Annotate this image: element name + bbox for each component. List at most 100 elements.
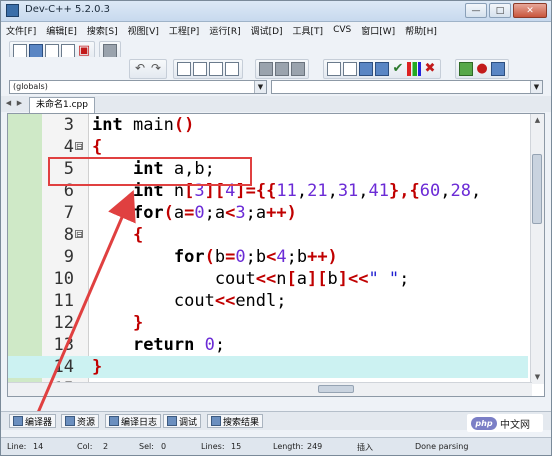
line-number: 9 [63, 247, 74, 267]
code-token: , [358, 181, 369, 201]
maximize-button[interactable]: □ [489, 3, 511, 18]
navigation-toolbar-group [255, 59, 309, 79]
debug-icon[interactable] [459, 62, 473, 76]
replace-icon[interactable] [193, 62, 207, 76]
code-line[interactable]: 4 ⊟ { [8, 136, 528, 158]
goto-line-icon[interactable] [225, 62, 239, 76]
tab-scroll-right-icon[interactable]: ▶ [15, 99, 24, 108]
vertical-scroll-thumb[interactable] [532, 154, 542, 224]
tab-compile-log-label: 编译日志 [121, 417, 158, 428]
debug-tab-icon [167, 416, 177, 426]
fold-toggle-icon[interactable]: ⊟ [75, 142, 83, 151]
fold-toggle-icon[interactable]: ⊟ [75, 230, 83, 239]
code-text: } [92, 312, 143, 334]
tab-scroll-left-icon[interactable]: ◀ [4, 99, 13, 108]
php-watermark: php 中文网 [467, 414, 543, 432]
project-icon[interactable] [327, 62, 341, 76]
indent-icon[interactable] [259, 62, 273, 76]
class-browser-icon[interactable] [343, 62, 357, 76]
print-icon[interactable] [103, 44, 117, 58]
tab-compiler[interactable]: 编译器 [9, 414, 57, 428]
syntax-check-icon[interactable]: ✔ [391, 62, 405, 76]
horizontal-scrollbar[interactable] [8, 382, 532, 396]
scroll-up-icon[interactable]: ▲ [531, 114, 544, 127]
code-token: 41 [368, 181, 390, 201]
code-line[interactable]: 8 ⊟ { [8, 224, 528, 246]
menu-run[interactable]: 运行[R] [204, 24, 245, 37]
code-line[interactable]: 13 return 0; [8, 334, 528, 356]
compile-icon[interactable] [359, 62, 373, 76]
code-token: << [255, 269, 277, 289]
code-line[interactable]: 9 for(b=0;b<4;b++) [8, 246, 528, 268]
menu-cvs[interactable]: CVS [328, 25, 356, 35]
menu-file[interactable]: 文件[F] [1, 24, 41, 37]
menu-edit[interactable]: 编辑[E] [41, 24, 82, 37]
save-icon[interactable] [45, 44, 59, 58]
run-icon[interactable] [375, 62, 389, 76]
breakpoint-icon[interactable]: ● [475, 62, 489, 76]
close-button[interactable]: ✕ [513, 3, 547, 18]
toggle-bookmark-icon[interactable] [291, 62, 305, 76]
find-icon[interactable] [177, 62, 191, 76]
line-number: 12 [53, 313, 74, 333]
new-file-icon[interactable] [13, 44, 27, 58]
function-combo[interactable]: ▼ [271, 80, 543, 94]
menu-window[interactable]: 窗口[W] [356, 24, 400, 37]
menu-tools[interactable]: 工具[T] [288, 24, 329, 37]
save-all-icon[interactable] [61, 44, 75, 58]
code-line[interactable]: 14} [8, 356, 528, 378]
tab-compile-log[interactable]: 编译日志 [105, 414, 162, 428]
find-next-icon[interactable] [209, 62, 223, 76]
debug-toolbar-group: ● [455, 59, 509, 79]
tab-resources-label: 资源 [77, 417, 96, 428]
stop-execution-icon[interactable]: ✖ [423, 62, 437, 76]
horizontal-scroll-thumb[interactable] [318, 385, 354, 393]
code-text: cout<<n[a][b]<<" "; [92, 268, 410, 290]
globals-combo[interactable]: (globals) ▼ [9, 80, 267, 94]
unindent-icon[interactable] [275, 62, 289, 76]
code-token: { [132, 225, 144, 245]
code-text: for(b=0;b<4;b++) [92, 246, 338, 268]
code-token: b [327, 269, 338, 289]
code-editor[interactable]: 3 int main() 4 ⊟{5 int a,b; 6 int n[3][4]={{… [7, 113, 545, 397]
code-line[interactable]: 12 } [8, 312, 528, 334]
undo-icon[interactable]: ↶ [133, 62, 147, 76]
redo-icon[interactable]: ↷ [149, 62, 163, 76]
code-line[interactable]: 10 cout<<n[a][b]<<" "; [8, 268, 528, 290]
scroll-down-icon[interactable]: ▼ [531, 371, 544, 384]
chevron-down-icon[interactable]: ▼ [530, 81, 542, 93]
menu-debug[interactable]: 调试[D] [246, 24, 288, 37]
file-tab-row: ◀ ▶ 未命名1.cpp [1, 96, 551, 113]
tab-debug[interactable]: 调试 [163, 414, 202, 428]
tab-search-results[interactable]: 搜索结果 [207, 414, 264, 428]
menu-help[interactable]: 帮助[H] [400, 24, 442, 37]
code-token: ][ [307, 269, 328, 289]
code-token: main [122, 115, 174, 135]
code-line[interactable]: 3 int main() [8, 114, 528, 136]
tab-resources[interactable]: 资源 [61, 414, 100, 428]
code-line[interactable]: 7 for(a=0;a<3;a++) [8, 202, 528, 224]
menu-search[interactable]: 搜索[S] [82, 24, 123, 37]
menu-project[interactable]: 工程[P] [164, 24, 204, 37]
code-token: ; [214, 335, 226, 355]
chevron-down-icon[interactable]: ▼ [254, 81, 266, 93]
menu-view[interactable]: 视图[V] [123, 24, 164, 37]
status-length-label: Length: [273, 442, 304, 451]
line-number: 14 [53, 357, 74, 377]
code-token: ;b [286, 247, 308, 267]
code-line[interactable]: 11 cout<<endl; [8, 290, 528, 312]
watch-icon[interactable] [491, 62, 505, 76]
code-token: a [173, 203, 185, 223]
minimize-button[interactable]: — [465, 3, 487, 18]
profile-chart-icon[interactable] [407, 62, 421, 76]
vertical-scrollbar[interactable]: ▲ ▼ [530, 114, 544, 384]
line-number: 3 [63, 115, 74, 135]
code-token: } [132, 313, 144, 333]
code-token: " " [368, 269, 400, 289]
code-token: for [173, 247, 205, 267]
tab-file-untitled[interactable]: 未命名1.cpp [29, 97, 95, 113]
close-file-icon[interactable]: ▣ [77, 44, 91, 58]
open-file-icon[interactable] [29, 44, 43, 58]
